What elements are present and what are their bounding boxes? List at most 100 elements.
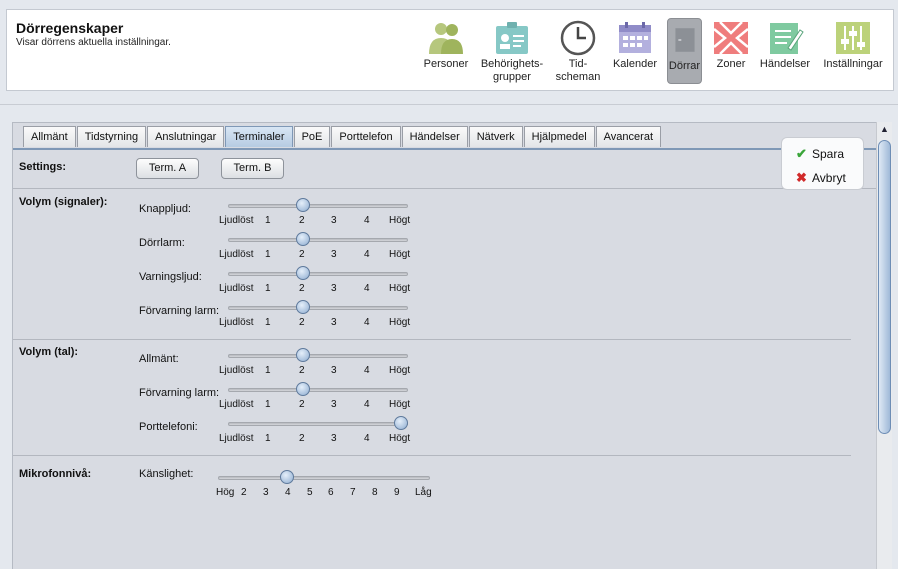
tab-bar: Allmänt Tidstyrning Anslutningar Terminaler… (23, 126, 662, 148)
calendar-icon (619, 22, 651, 53)
scale-tick: 5 (307, 487, 313, 498)
id-badge-icon (496, 22, 528, 54)
slider-track (228, 272, 408, 276)
tab-hjälpmedel[interactable]: Hjälpmedel (523, 126, 595, 147)
scale-tick: 2 (299, 283, 305, 294)
scale-tick: Ljudlöst (219, 317, 254, 328)
nav-label: Zoner (716, 58, 746, 70)
nav-tidscheman[interactable]: Tid- scheman (554, 17, 602, 84)
scale-tick: Ljudlöst (219, 215, 254, 226)
scale-tick: Ljudlöst (219, 283, 254, 294)
slider-thumb[interactable] (394, 416, 409, 430)
nav-label: Händelser (759, 58, 811, 70)
tab-avancerat[interactable]: Avancerat (595, 126, 661, 147)
cancel-button[interactable]: ✖ Avbryt (796, 170, 846, 186)
slider-thumb[interactable] (295, 198, 310, 212)
scale-tick: 3 (331, 365, 337, 376)
microphone-sensitivity-slider[interactable]: Hög 2 3 4 5 6 7 8 9 Låg (139, 470, 459, 500)
tab-poe[interactable]: PoE (293, 126, 331, 147)
volume-signal-slider[interactable]: Ljudlöst 1 2 3 4 Högt (139, 198, 439, 228)
scale-tick: 2 (299, 399, 305, 410)
nav-personer[interactable]: Personer (421, 17, 471, 71)
scale-tick: 1 (265, 433, 271, 444)
slider-track (218, 476, 430, 480)
scale-tick: 1 (265, 317, 271, 328)
scrollbar-thumb[interactable] (878, 140, 891, 434)
tab-anslutningar[interactable]: Anslutningar (147, 126, 225, 147)
tab-nätverk[interactable]: Nätverk (468, 126, 523, 147)
volume-signal-slider[interactable]: Ljudlöst 1 2 3 4 Högt (139, 300, 439, 330)
slider-thumb[interactable] (295, 382, 310, 396)
tab-tidstyrning[interactable]: Tidstyrning (76, 126, 147, 147)
scale-tick: 8 (372, 487, 378, 498)
vertical-scrollbar[interactable]: ▲ (876, 122, 892, 569)
scale-tick: 2 (241, 487, 247, 498)
nav-installningar[interactable]: Inställningar (820, 17, 886, 71)
scale-tick: 3 (331, 249, 337, 260)
tab-terminaler[interactable]: Terminaler (225, 126, 293, 147)
scale-tick: 4 (364, 433, 370, 444)
term-b-button[interactable]: Term. B (221, 158, 284, 179)
page-subtitle: Visar dörrens aktuella inställningar. (16, 37, 171, 48)
scale-tick: 1 (265, 249, 271, 260)
section-divider (13, 455, 851, 456)
scale-tick: Högt (389, 365, 411, 376)
door-icon (674, 28, 695, 52)
door-settings-panel: Allmänt Tidstyrning Anslutningar Terminaler… (12, 122, 879, 569)
volume-speech-slider[interactable]: Ljudlöst 1 2 3 4 Högt (139, 416, 439, 446)
slider-thumb[interactable] (295, 300, 310, 314)
checkmark-icon: ✔ (796, 146, 807, 161)
tab-porttelefon[interactable]: Porttelefon (331, 126, 401, 147)
tab-händelser[interactable]: Händelser (401, 126, 468, 147)
scale-tick: 2 (299, 365, 305, 376)
save-button[interactable]: ✔ Spara (796, 146, 844, 162)
tab-allmänt[interactable]: Allmänt (23, 126, 76, 147)
scale-tick: 4 (364, 399, 370, 410)
nav-kalender[interactable]: Kalender (610, 17, 660, 71)
slider-track (228, 238, 408, 242)
save-label: Spara (812, 147, 845, 161)
nav-label: Tid- scheman (555, 58, 601, 83)
slider-thumb[interactable] (295, 266, 310, 280)
page-header: Dörregenskaper Visar dörrens aktuella in… (6, 9, 894, 91)
scale-tick: 9 (394, 487, 400, 498)
cancel-label: Avbryt (812, 171, 846, 185)
scale-tick: 4 (364, 365, 370, 376)
scale-tick: 1 (265, 283, 271, 294)
term-a-button[interactable]: Term. A (136, 158, 199, 179)
volume-signal-slider[interactable]: Ljudlöst 1 2 3 4 Högt (139, 232, 439, 262)
scale-tick: Ljudlöst (219, 433, 254, 444)
nav-label: Personer (423, 58, 469, 70)
scale-tick: Ljudlöst (219, 399, 254, 410)
scale-tick: 7 (350, 487, 356, 498)
page-title: Dörregenskaper (16, 20, 124, 36)
scale-tick: Ljudlöst (219, 365, 254, 376)
nav-label: Dörrar (668, 60, 701, 72)
nav-behorighetsgrupper[interactable]: Behörighets- grupper (477, 17, 547, 84)
slider-track (228, 354, 408, 358)
scale-tick: 2 (299, 249, 305, 260)
slider-track (228, 204, 408, 208)
scale-tick: 3 (331, 215, 337, 226)
nav-zoner[interactable]: Zoner (710, 17, 752, 71)
volume-speech-label: Volym (tal): (19, 346, 79, 358)
volume-speech-slider[interactable]: Ljudlöst 1 2 3 4 Högt (139, 348, 439, 378)
sliders-icon (836, 22, 870, 54)
scale-tick: 4 (364, 317, 370, 328)
microphone-label: Mikrofonnivå: (19, 468, 92, 480)
slider-track (228, 422, 408, 426)
nav-handelser[interactable]: Händelser (759, 17, 811, 71)
volume-signal-slider[interactable]: Ljudlöst 1 2 3 4 Högt (139, 266, 439, 296)
scale-tick: 1 (265, 215, 271, 226)
nav-dorrar[interactable]: Dörrar (667, 18, 702, 84)
scale-tick: 3 (331, 283, 337, 294)
slider-thumb[interactable] (295, 348, 310, 362)
slider-track (228, 388, 408, 392)
slider-thumb[interactable] (280, 470, 294, 484)
scroll-up-icon[interactable]: ▲ (880, 124, 889, 134)
section-divider (13, 339, 851, 340)
volume-speech-slider[interactable]: Ljudlöst 1 2 3 4 Högt (139, 382, 439, 412)
scale-tick: 4 (285, 487, 291, 498)
slider-thumb[interactable] (295, 232, 310, 246)
cross-icon: ✖ (796, 170, 807, 185)
